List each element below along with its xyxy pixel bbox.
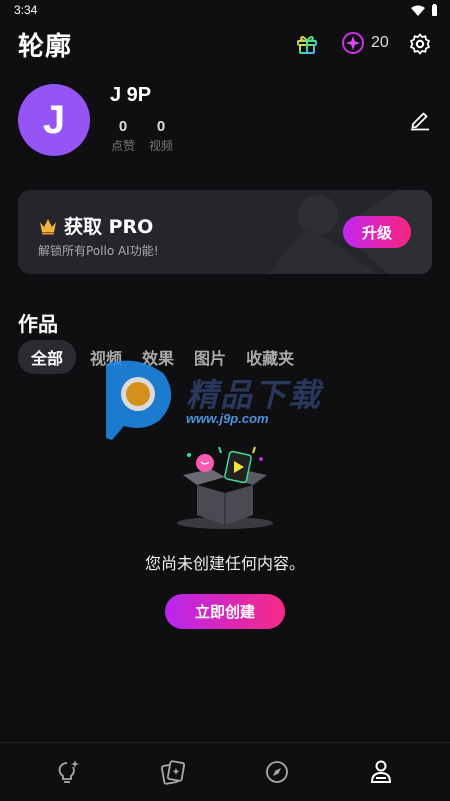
profile-section: J J 9P 0 点赞 0 视频 [0,80,450,170]
edit-pencil-icon[interactable] [408,107,432,131]
page-title: 轮廓 [18,32,73,62]
pro-title: 获取 PRO [38,212,153,239]
username: J 9P [110,84,152,106]
likes-label: 点赞 [110,139,135,153]
empty-box-illustration [177,446,273,529]
works-title: 作品 [18,312,58,336]
videos-label: 视频 [148,139,173,153]
status-time: 3:34 [14,3,38,17]
battery-icon [432,4,437,16]
tab-all[interactable]: 全部 [18,340,77,374]
create-now-button[interactable]: 立即创建 [165,594,285,629]
watermark-text: 精品下载 [186,376,323,414]
settings-gear-icon[interactable] [408,32,432,56]
empty-state-message: 您尚未创建任何内容。 [144,554,305,573]
pro-title-text: 获取 PRO [64,216,154,238]
wifi-icon [411,5,425,16]
status-icons [411,4,438,16]
profile-icon[interactable] [369,759,393,785]
gift-icon[interactable] [295,32,319,56]
pro-subtitle: 解锁所有Pollo AI功能! [38,244,159,258]
upgrade-button[interactable]: 升级 [343,216,411,248]
compass-icon[interactable] [265,759,289,785]
avatar[interactable]: J [18,84,90,156]
watermark: 精品下载 www.j9p.com [98,358,358,440]
watermark-url: www.j9p.com [186,411,269,426]
videos-stat: 0 视频 [146,118,176,154]
header: 轮廓 20 [0,22,450,68]
pro-promo-card[interactable]: 获取 PRO 解锁所有Pollo AI功能! 升级 [18,190,432,274]
crown-icon [40,218,56,234]
lightbulb-sparkle-icon[interactable] [56,759,80,785]
bottom-nav [0,742,450,801]
credits-star-icon [342,32,364,54]
credits-button[interactable]: 20 [341,31,389,55]
watermark-logo-icon [106,360,172,440]
likes-count: 0 [118,118,128,135]
videos-count: 0 [156,118,166,135]
cards-icon[interactable] [161,759,185,785]
likes-stat: 0 点赞 [108,118,138,154]
credits-count: 20 [371,34,389,51]
status-bar: 3:34 [0,0,450,22]
